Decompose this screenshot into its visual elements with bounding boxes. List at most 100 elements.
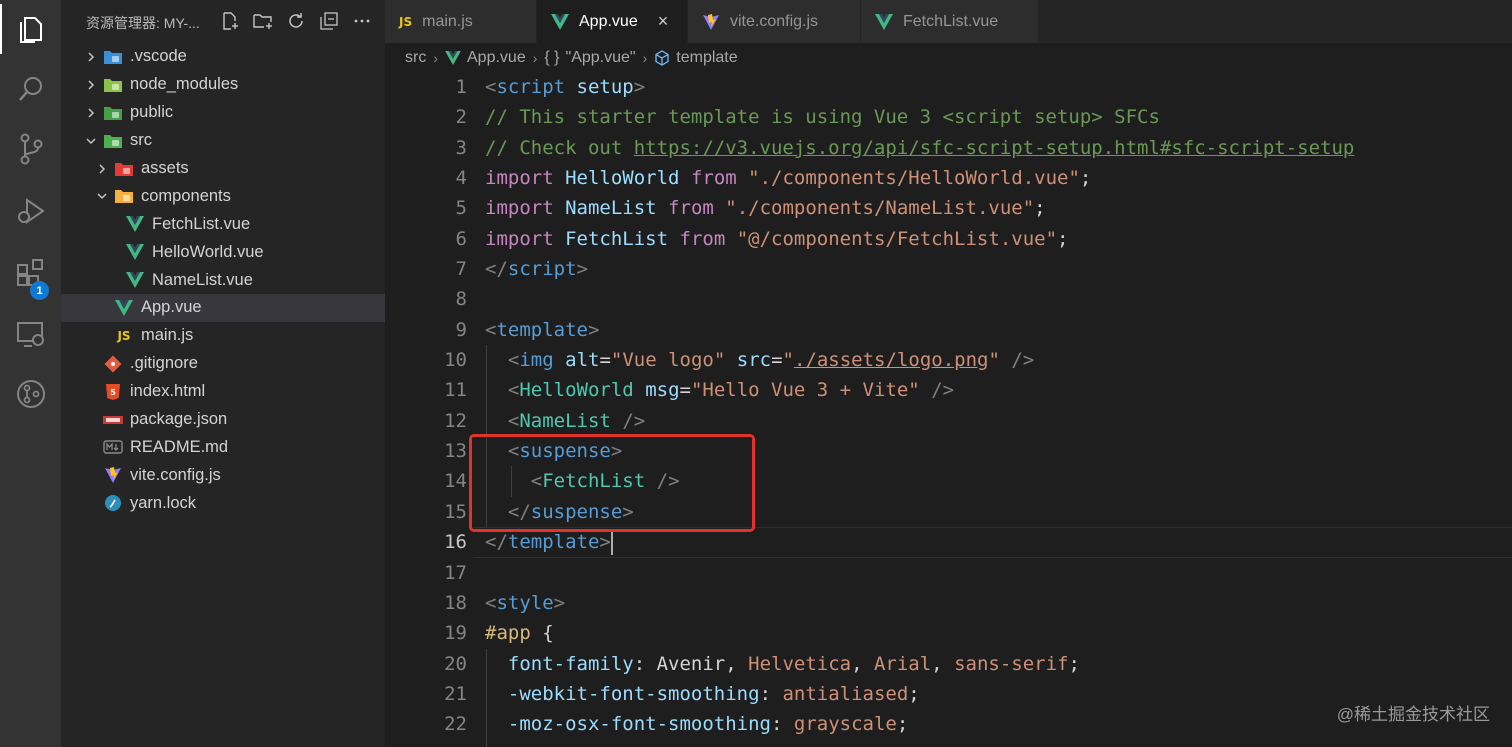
tree-item-main-js[interactable]: JS main.js	[61, 322, 385, 350]
tree-item-app-vue[interactable]: App.vue	[61, 294, 385, 322]
chevron-right-icon[interactable]	[83, 105, 99, 121]
code-editor[interactable]: 1234567891011121314151617181920212223 <s…	[385, 72, 1512, 747]
tree-item-index-html[interactable]: 5 index.html	[61, 378, 385, 406]
activity-source-control[interactable]	[0, 120, 61, 178]
code-line[interactable]: <img alt="Vue logo" src="./assets/logo.p…	[485, 345, 1505, 376]
extensions-badge: 1	[30, 281, 49, 300]
code-token: ;	[714, 744, 725, 747]
code-token: template	[507, 531, 600, 554]
code-token: sans-serif	[954, 652, 1069, 675]
tree-item-public[interactable]: public	[61, 99, 385, 127]
tab-app-vue[interactable]: App.vue ×	[537, 0, 688, 43]
breadcrumb-src[interactable]: src	[405, 49, 426, 67]
breadcrumb-app-vue[interactable]: App.vue	[445, 49, 526, 67]
code-line[interactable]: import FetchList from "@/components/Fetc…	[485, 224, 1505, 254]
tree-item-components[interactable]: components	[61, 182, 385, 210]
code-line[interactable]: <FetchList />	[485, 466, 1505, 497]
vue-icon	[875, 13, 893, 30]
breadcrumb-module[interactable]: { } "App.vue"	[544, 49, 635, 67]
code-line[interactable]: // Check out https://v3.vuejs.org/api/sf…	[485, 133, 1505, 163]
line-number: 23	[385, 740, 467, 747]
code-token: HelloWorld	[565, 167, 680, 190]
activity-extensions[interactable]: 1	[0, 243, 61, 301]
activity-gitlens[interactable]	[0, 365, 61, 423]
activity-explorer[interactable]	[0, 0, 61, 58]
tab-fetchlist-vue[interactable]: FetchList.vue	[861, 0, 1039, 43]
tree-item-fetchlist-vue[interactable]: FetchList.vue	[61, 210, 385, 238]
code-line[interactable]: <style>	[485, 588, 1505, 618]
code-line[interactable]: import NameList from "./components/NameL…	[485, 193, 1505, 223]
tree-item-vscode[interactable]: .vscode	[61, 43, 385, 71]
code-token: font-family	[507, 652, 634, 675]
tree-item-node-modules[interactable]: node_modules	[61, 71, 385, 99]
code-line[interactable]: #app {	[485, 618, 1505, 648]
tree-item-helloworld-vue[interactable]: HelloWorld.vue	[61, 238, 385, 266]
code-token: #app	[485, 622, 531, 645]
tree-item-label: .vscode	[130, 47, 187, 66]
code-line[interactable]: </script>	[485, 254, 1505, 284]
code-token: =	[679, 379, 691, 402]
chevron-right-icon[interactable]	[94, 161, 110, 177]
code-lines[interactable]: <script setup>// This starter template i…	[473, 72, 1512, 747]
code-token: <	[507, 440, 520, 463]
code-line[interactable]: text-align: center;	[485, 739, 1505, 747]
code-token: setup	[576, 76, 634, 98]
code-line[interactable]: <script setup>	[485, 72, 1505, 102]
code-token: // Check out	[485, 136, 634, 159]
activity-search[interactable]	[0, 60, 61, 118]
code-line[interactable]: <NameList />	[485, 405, 1505, 437]
breadcrumb-label: "App.vue"	[565, 48, 636, 66]
line-number: 6	[455, 227, 467, 250]
tree-item-label: public	[130, 103, 174, 122]
code-line[interactable]	[485, 284, 1505, 314]
more-icon[interactable]	[345, 8, 378, 34]
tree-item-gitignore[interactable]: .gitignore	[61, 350, 385, 378]
breadcrumb-template[interactable]: template	[654, 49, 738, 67]
tree-item-label: src	[130, 131, 152, 150]
tab-main-js[interactable]: JS main.js	[385, 0, 537, 43]
tree-item-src[interactable]: src	[61, 127, 385, 155]
tree-item-label: package.json	[130, 410, 228, 429]
chevron-right-icon[interactable]	[83, 77, 99, 93]
chevron-down-icon[interactable]	[83, 133, 99, 149]
explorer-header: 资源管理器: MY-...	[61, 0, 385, 43]
code-line[interactable]: font-family: Avenir, Helvetica, Arial, s…	[485, 648, 1505, 679]
code-token: alt	[565, 349, 600, 372]
tree-item-readme-md[interactable]: README.md	[61, 433, 385, 461]
chevron-right-icon[interactable]	[83, 49, 99, 65]
tree-item-assets[interactable]: assets	[61, 155, 385, 183]
chevron-down-icon[interactable]	[94, 188, 110, 204]
code-line[interactable]: // This starter template is using Vue 3 …	[485, 102, 1505, 132]
code-line[interactable]: </suspense>	[485, 496, 1505, 528]
tree-item-package-json[interactable]: package.json	[61, 406, 385, 434]
new-file-icon[interactable]	[213, 8, 246, 34]
collapse-all-icon[interactable]	[312, 8, 345, 34]
tree-item-namelist-vue[interactable]: NameList.vue	[61, 266, 385, 294]
tree-item-yarn-lock[interactable]: yarn.lock	[61, 489, 385, 517]
code-line[interactable]: <template>	[485, 315, 1505, 345]
activity-remote-explorer[interactable]	[0, 305, 61, 363]
activity-run-debug[interactable]	[0, 182, 61, 240]
new-folder-icon[interactable]	[246, 8, 279, 34]
code-line[interactable]	[485, 558, 1505, 588]
explorer-title: 资源管理器: MY-...	[86, 15, 200, 31]
code-token: NameList	[519, 409, 611, 432]
vite-icon	[702, 13, 720, 31]
code-line[interactable]: import HelloWorld from "./components/Hel…	[485, 163, 1505, 193]
code-token: img	[519, 349, 554, 372]
html-icon: 5	[103, 382, 123, 402]
refresh-icon[interactable]	[279, 8, 312, 34]
code-line[interactable]: <HelloWorld msg="Hello Vue 3 + Vite" />	[485, 375, 1505, 406]
close-icon[interactable]: ×	[658, 11, 669, 32]
tree-item-vite-config-js[interactable]: vite.config.js	[61, 461, 385, 489]
code-token: HelloWorld	[519, 379, 634, 402]
code-line[interactable]: <suspense>	[485, 436, 1505, 467]
code-line[interactable]: </template>	[473, 527, 1512, 558]
tab-vite-config[interactable]: vite.config.js	[688, 0, 861, 43]
explorer-sidebar: 资源管理器: MY-... .vscode node_modulespublic s…	[61, 0, 385, 747]
line-number: 18	[444, 591, 467, 614]
